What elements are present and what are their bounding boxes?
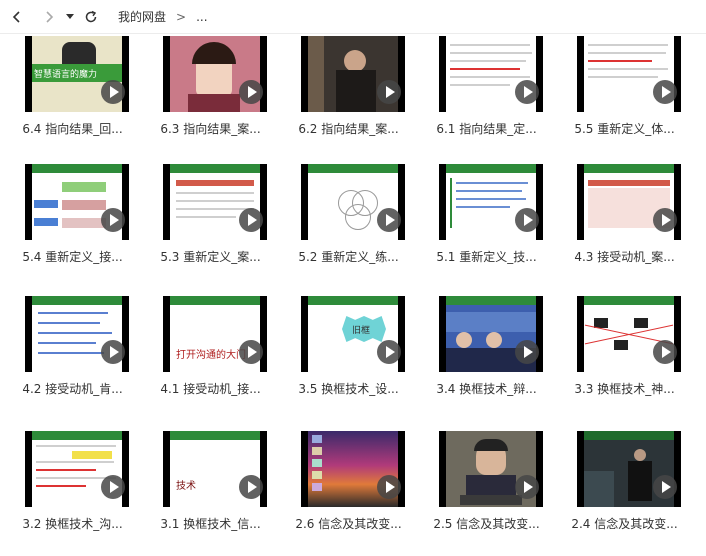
- video-thumbnail: [577, 36, 681, 112]
- video-thumbnail: 打开沟通的大门: [163, 296, 267, 372]
- video-thumbnail: [577, 164, 681, 240]
- thumbnail-text: 打开沟通的大门: [176, 350, 246, 361]
- thumbnail-badge: 旧框: [352, 326, 371, 336]
- video-thumbnail: [25, 296, 129, 372]
- file-name: 3.5 换框技术_设...: [298, 382, 399, 396]
- file-name: 3.2 换框技术_沟...: [22, 517, 123, 531]
- file-name: 3.3 换框技术_神...: [574, 382, 675, 396]
- file-tile[interactable]: 5.5 重新定义_体...: [552, 36, 682, 156]
- play-icon: [377, 208, 401, 232]
- file-name: 5.3 重新定义_案...: [160, 250, 261, 264]
- file-tile[interactable]: 4.3 接受动机_案...: [552, 164, 682, 284]
- file-tile[interactable]: 2.4 信念及其改变...: [552, 431, 682, 551]
- video-thumbnail: 旧框: [301, 296, 405, 372]
- play-icon: [653, 80, 677, 104]
- play-icon: [239, 80, 263, 104]
- video-thumbnail: [577, 296, 681, 372]
- refresh-icon: [85, 10, 97, 22]
- play-icon: [653, 208, 677, 232]
- thumbnail-text: 技术: [176, 481, 196, 492]
- file-tile[interactable]: 2.6 信念及其改变...: [276, 431, 406, 551]
- play-icon: [101, 475, 125, 499]
- file-tile[interactable]: 智慧语言的魔力 6.4 指向结果_回...: [0, 36, 130, 156]
- play-icon: [377, 80, 401, 104]
- play-icon: [239, 208, 263, 232]
- chevron-right-icon: [46, 10, 54, 23]
- toolbar: 我的网盘 > ...: [0, 0, 706, 34]
- play-icon: [239, 340, 263, 364]
- breadcrumb: 我的网盘 > ...: [118, 8, 208, 25]
- file-name: 5.5 重新定义_体...: [574, 122, 675, 136]
- forward-button[interactable]: [36, 4, 62, 30]
- back-button[interactable]: [4, 4, 30, 30]
- refresh-button[interactable]: [78, 4, 104, 30]
- play-icon: [515, 340, 539, 364]
- video-thumbnail: [301, 36, 405, 112]
- file-name: 5.1 重新定义_技...: [436, 250, 537, 264]
- file-tile[interactable]: 2.5 信念及其改变...: [414, 431, 544, 551]
- file-name: 2.6 信念及其改变...: [295, 517, 402, 531]
- chevron-left-icon: [12, 10, 20, 23]
- play-icon: [101, 340, 125, 364]
- file-tile[interactable]: 5.2 重新定义_练...: [276, 164, 406, 284]
- video-thumbnail: [301, 431, 405, 507]
- video-thumbnail: 智慧语言的魔力: [25, 36, 129, 112]
- file-name: 4.3 接受动机_案...: [574, 250, 675, 264]
- play-icon: [515, 208, 539, 232]
- file-name: 6.3 指向结果_案...: [160, 122, 261, 136]
- video-thumbnail: [439, 164, 543, 240]
- file-tile[interactable]: 旧框 3.5 换框技术_设...: [276, 296, 406, 416]
- video-thumbnail: [163, 164, 267, 240]
- file-name: 5.4 重新定义_接...: [22, 250, 123, 264]
- file-name: 2.5 信念及其改变...: [433, 517, 540, 531]
- video-thumbnail: [577, 431, 681, 507]
- play-icon: [653, 475, 677, 499]
- breadcrumb-separator: >: [176, 9, 187, 24]
- file-name: 3.4 换框技术_辩...: [436, 382, 537, 396]
- file-name: 4.1 接受动机_接...: [160, 382, 261, 396]
- file-name: 4.2 接受动机_肯...: [22, 382, 123, 396]
- file-tile[interactable]: 5.1 重新定义_技...: [414, 164, 544, 284]
- file-name: 6.1 指向结果_定...: [436, 122, 537, 136]
- file-name: 2.4 信念及其改变...: [571, 517, 678, 531]
- caret-down-icon: [66, 13, 74, 19]
- play-icon: [515, 475, 539, 499]
- file-name: 6.2 指向结果_案...: [298, 122, 399, 136]
- video-thumbnail: [163, 36, 267, 112]
- file-tile[interactable]: 6.1 指向结果_定...: [414, 36, 544, 156]
- history-dropdown-button[interactable]: [62, 4, 78, 30]
- play-icon: [239, 475, 263, 499]
- video-thumbnail: [439, 296, 543, 372]
- play-icon: [101, 80, 125, 104]
- file-tile[interactable]: 技术 3.1 换框技术_信...: [138, 431, 268, 551]
- file-tile[interactable]: 打开沟通的大门 4.1 接受动机_接...: [138, 296, 268, 416]
- file-tile[interactable]: 3.3 换框技术_神...: [552, 296, 682, 416]
- video-thumbnail: [439, 36, 543, 112]
- file-tile[interactable]: 5.3 重新定义_案...: [138, 164, 268, 284]
- file-name: 5.2 重新定义_练...: [298, 250, 399, 264]
- file-tile[interactable]: 5.4 重新定义_接...: [0, 164, 130, 284]
- play-icon: [101, 208, 125, 232]
- file-tile[interactable]: 6.3 指向结果_案...: [138, 36, 268, 156]
- thumbnail-title: 智慧语言的魔力: [34, 70, 98, 80]
- play-icon: [653, 340, 677, 364]
- play-icon: [377, 475, 401, 499]
- breadcrumb-item-more[interactable]: ...: [196, 10, 207, 24]
- video-thumbnail: [25, 164, 129, 240]
- breadcrumb-item-root[interactable]: 我的网盘: [118, 8, 166, 25]
- play-icon: [377, 340, 401, 364]
- file-tile[interactable]: 3.2 换框技术_沟...: [0, 431, 130, 551]
- file-tile[interactable]: 3.4 换框技术_辩...: [414, 296, 544, 416]
- file-name: 6.4 指向结果_回...: [22, 122, 123, 136]
- file-tile[interactable]: 4.2 接受动机_肯...: [0, 296, 130, 416]
- play-icon: [515, 80, 539, 104]
- video-thumbnail: [25, 431, 129, 507]
- video-thumbnail: [301, 164, 405, 240]
- video-thumbnail: 技术: [163, 431, 267, 507]
- file-name: 3.1 换框技术_信...: [160, 517, 261, 531]
- file-tile[interactable]: 6.2 指向结果_案...: [276, 36, 406, 156]
- video-thumbnail: [439, 431, 543, 507]
